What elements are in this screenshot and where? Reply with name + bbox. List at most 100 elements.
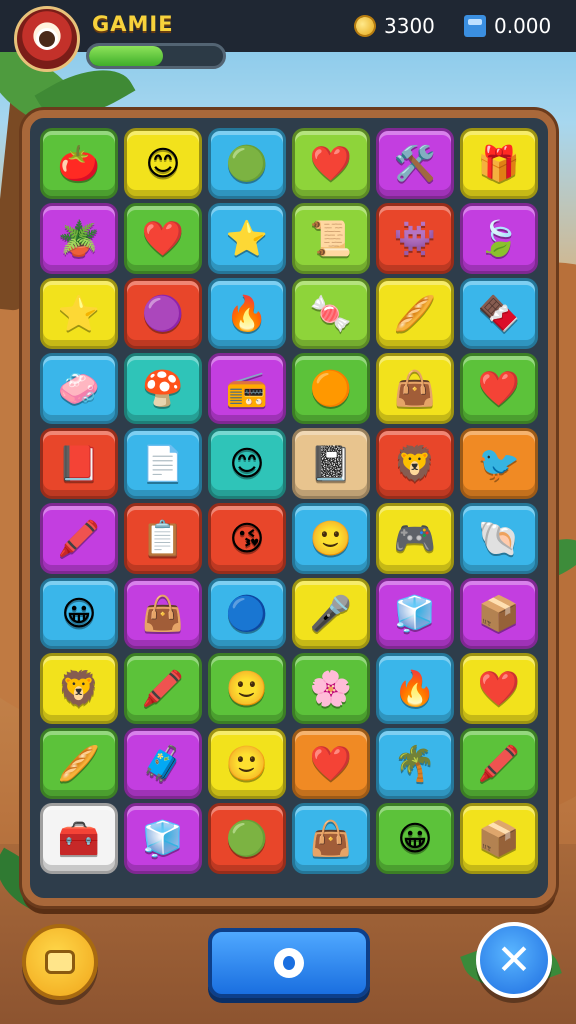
coin-icon (350, 11, 380, 41)
note-paper-icon: 📄 (141, 443, 185, 484)
board-tile[interactable]: ❤️ (124, 203, 202, 274)
gem-count: 0.000 (494, 14, 552, 38)
board-tile[interactable]: 🙂 (208, 728, 286, 799)
board-tile[interactable]: 🖍️ (40, 503, 118, 574)
board-tile[interactable]: 📦 (460, 803, 538, 874)
board-tile[interactable]: 👜 (292, 803, 370, 874)
smiley-face-icon: 😊 (145, 143, 181, 184)
board-tile[interactable]: 😘 (208, 503, 286, 574)
star-icon: ⭐ (225, 218, 269, 259)
board-tile[interactable]: 📕 (40, 428, 118, 499)
board-tile[interactable]: 📋 (124, 503, 202, 574)
board-tile[interactable]: 👜 (376, 353, 454, 424)
close-icon: ✕ (496, 935, 532, 984)
board-tile[interactable]: 😊 (124, 128, 202, 199)
board-tile[interactable]: 🥖 (376, 278, 454, 349)
red-heart-icon: ❤️ (477, 668, 521, 709)
board-tile[interactable]: 📻 (208, 353, 286, 424)
board-tile[interactable]: 😀 (40, 578, 118, 649)
board-tile[interactable]: 🧊 (124, 803, 202, 874)
game-title: GAMIE (92, 12, 174, 36)
board-tile[interactable]: 🟢 (208, 128, 286, 199)
crossed-tools-icon: 🛠️ (393, 143, 437, 184)
board-tile[interactable]: 🔥 (376, 653, 454, 724)
box-icon (464, 15, 486, 37)
crayon-icon: 🖍️ (57, 518, 101, 559)
board-tile[interactable]: 📓 (292, 428, 370, 499)
blue-box-icon: 📦 (477, 593, 521, 634)
coin-counter: 3300 (350, 11, 435, 41)
board-tile[interactable]: 📜 (292, 203, 370, 274)
scroll-icon: 📜 (309, 218, 353, 259)
board-tile[interactable]: 🍃 (460, 203, 538, 274)
board-tile[interactable]: 📄 (124, 428, 202, 499)
board-tile[interactable]: 🦁 (40, 653, 118, 724)
eraser-icon: 🧼 (57, 368, 101, 409)
bread-icon: 🥖 (393, 293, 437, 334)
red-heart-icon: ❤️ (477, 368, 521, 409)
progress-fill (89, 46, 163, 66)
board-tile[interactable]: 😊 (208, 428, 286, 499)
crayon-icon: 🖍️ (477, 743, 521, 784)
green-blob-icon: 🟢 (225, 143, 269, 184)
board-tile[interactable]: 🧳 (124, 728, 202, 799)
board-tile[interactable]: 🖍️ (460, 728, 538, 799)
board-tile[interactable]: 🧼 (40, 353, 118, 424)
chat-button[interactable] (22, 924, 98, 1000)
board-tile[interactable]: 🦁 (376, 428, 454, 499)
gem-counter: 0.000 (464, 14, 551, 38)
game-emblem-icon[interactable] (14, 6, 80, 72)
board-tile[interactable]: 🌸 (292, 653, 370, 724)
board-tile[interactable]: 🟣 (124, 278, 202, 349)
tomato-icon: 🍅 (57, 143, 101, 184)
kiss-face-icon: 😘 (229, 518, 265, 559)
smiley-face-icon: 😊 (229, 443, 265, 484)
board-tile[interactable]: 🐚 (460, 503, 538, 574)
red-bag-icon: 👜 (141, 593, 185, 634)
lion-icon: 🦁 (393, 443, 437, 484)
close-button[interactable]: ✕ (476, 922, 552, 998)
board-tile[interactable]: 🧰 (40, 803, 118, 874)
board-tile[interactable]: 🧊 (376, 578, 454, 649)
main-action-button[interactable] (208, 928, 370, 998)
book-icon: 📕 (57, 443, 101, 484)
board-tile[interactable]: ⭐ (40, 278, 118, 349)
board-tile[interactable]: ❤️ (292, 128, 370, 199)
board-tile[interactable]: 🍄 (124, 353, 202, 424)
board-tile[interactable]: 🛠️ (376, 128, 454, 199)
board-tile[interactable]: 🖍️ (124, 653, 202, 724)
board-tile[interactable]: 🍫 (460, 278, 538, 349)
board-tile[interactable]: 🌴 (376, 728, 454, 799)
level-progress-bar (86, 43, 226, 69)
board-tile[interactable]: 🥖 (40, 728, 118, 799)
board-tile[interactable]: 🙂 (292, 503, 370, 574)
board-tile[interactable]: 🟢 (208, 803, 286, 874)
board-tile[interactable]: 🟠 (292, 353, 370, 424)
notebook-icon: 📓 (309, 443, 353, 484)
board-tile[interactable]: 🔥 (208, 278, 286, 349)
flame-leaf-icon: 🔥 (225, 293, 269, 334)
chat-icon (45, 950, 75, 974)
board-tile[interactable]: 😀 (376, 803, 454, 874)
board-tile[interactable]: ❤️ (292, 728, 370, 799)
board-tile[interactable]: 🎁 (460, 128, 538, 199)
board-tile[interactable]: 📦 (460, 578, 538, 649)
board-tile[interactable]: 🐦 (460, 428, 538, 499)
board-tile[interactable]: ❤️ (460, 353, 538, 424)
bird-icon: 🐦 (477, 443, 521, 484)
board-tile[interactable]: 🎤 (292, 578, 370, 649)
board-tile[interactable]: 🍬 (292, 278, 370, 349)
red-heart-icon: ❤️ (309, 143, 353, 184)
gift-box-icon: 🎁 (477, 143, 521, 184)
circle-icon (274, 948, 304, 978)
board-tile[interactable]: 🎮 (376, 503, 454, 574)
board-tile[interactable]: 🔵 (208, 578, 286, 649)
board-tile[interactable]: 🪴 (40, 203, 118, 274)
board-tile[interactable]: 👜 (124, 578, 202, 649)
board-tile[interactable]: 🙂 (208, 653, 286, 724)
board-tile[interactable]: 🍅 (40, 128, 118, 199)
board-tile[interactable]: ❤️ (460, 653, 538, 724)
board-tile[interactable]: ⭐ (208, 203, 286, 274)
lion-icon: 🦁 (57, 668, 101, 709)
board-tile[interactable]: 👾 (376, 203, 454, 274)
